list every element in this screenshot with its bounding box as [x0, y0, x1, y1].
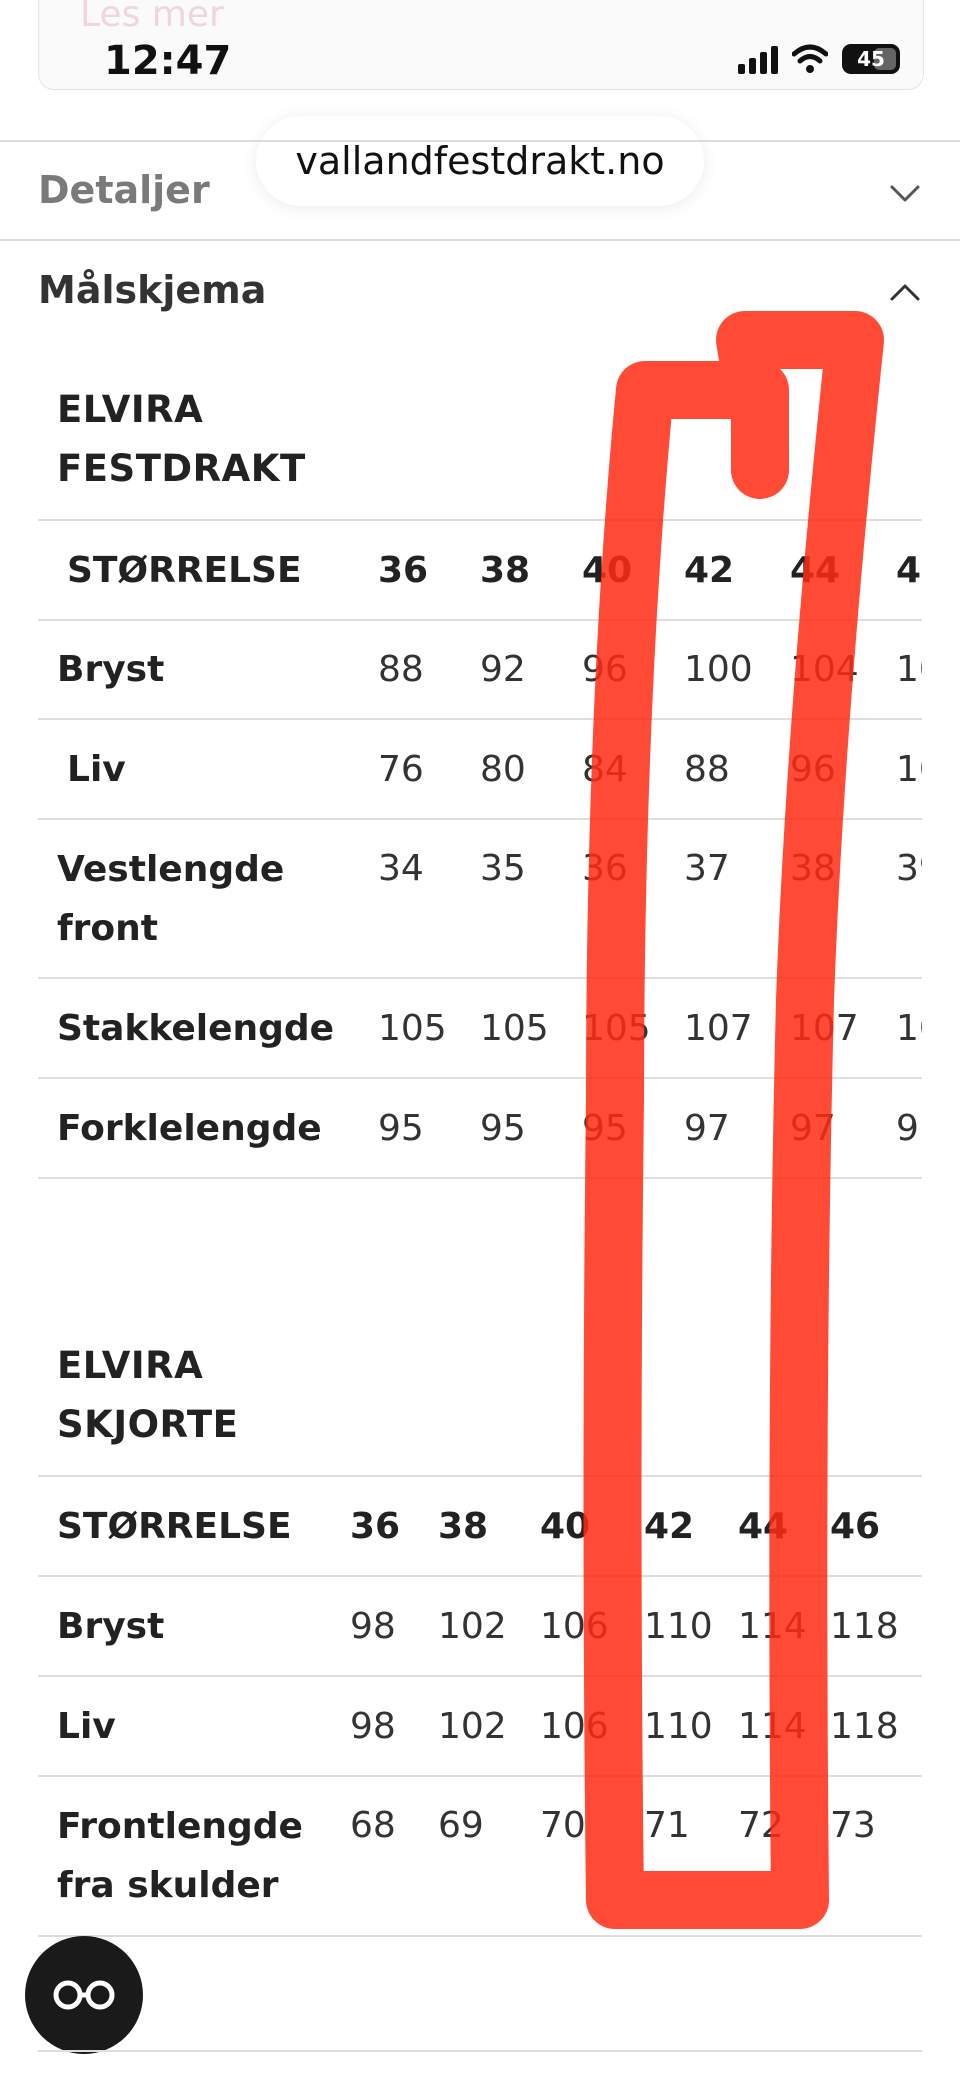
table-header-row: STØRRELSE 36 38 40 42 44 4 [38, 519, 922, 620]
wifi-icon [792, 44, 828, 73]
festdrakt-size-table: STØRRELSE 36 38 40 42 44 4 Bryst 88 92 9… [38, 519, 922, 1179]
chevron-down-icon[interactable] [888, 176, 922, 210]
read-more-link[interactable]: Les mer [80, 0, 224, 35]
divider [0, 239, 960, 241]
cellular-signal-icon [738, 44, 778, 74]
table-row: Bryst 88 92 96 100 104 10 [38, 619, 922, 719]
table-row: Stakkelengde 105 105 105 107 107 10 [38, 977, 922, 1078]
divider [0, 140, 960, 142]
address-bar[interactable]: vallandfestdrakt.no [256, 116, 704, 206]
table-row: Liv 76 80 84 88 96 10 [38, 718, 922, 819]
table-row: Bryst 98 102 106 110 114 118 [38, 1575, 922, 1676]
details-accordion-header[interactable]: Detaljer [38, 168, 210, 212]
skjorte-table-title: ELVIRA SKJORTE [57, 1344, 239, 1446]
status-time: 12:47 [104, 38, 232, 84]
size-chart-accordion-header[interactable]: Målskjema [38, 268, 266, 312]
skjorte-size-table: STØRRELSE 36 38 40 42 44 46 Bryst 98 102… [38, 1475, 922, 1937]
festdrakt-table-title: ELVIRA FESTDRAKT [57, 388, 306, 490]
glasses-icon [53, 1980, 115, 2010]
table-header-row: STØRRELSE 36 38 40 42 44 46 [38, 1475, 922, 1576]
table-row: Forklelengde 95 95 95 97 97 9 [38, 1077, 922, 1179]
table-row: Frontlengde fra skulder 68 69 70 71 72 7… [38, 1775, 922, 1937]
table-row: Liv 98 102 106 110 114 118 [38, 1675, 922, 1776]
reader-mode-button[interactable] [25, 1936, 143, 2054]
battery-icon: 45 [842, 44, 900, 74]
divider [38, 2050, 922, 2052]
table-row: Vestlengde front 34 35 36 37 38 39 [38, 818, 922, 978]
battery-level: 45 [857, 47, 885, 71]
url-text: vallandfestdrakt.no [295, 139, 665, 183]
chevron-up-icon[interactable] [888, 276, 922, 310]
status-icons: 45 [738, 44, 900, 74]
